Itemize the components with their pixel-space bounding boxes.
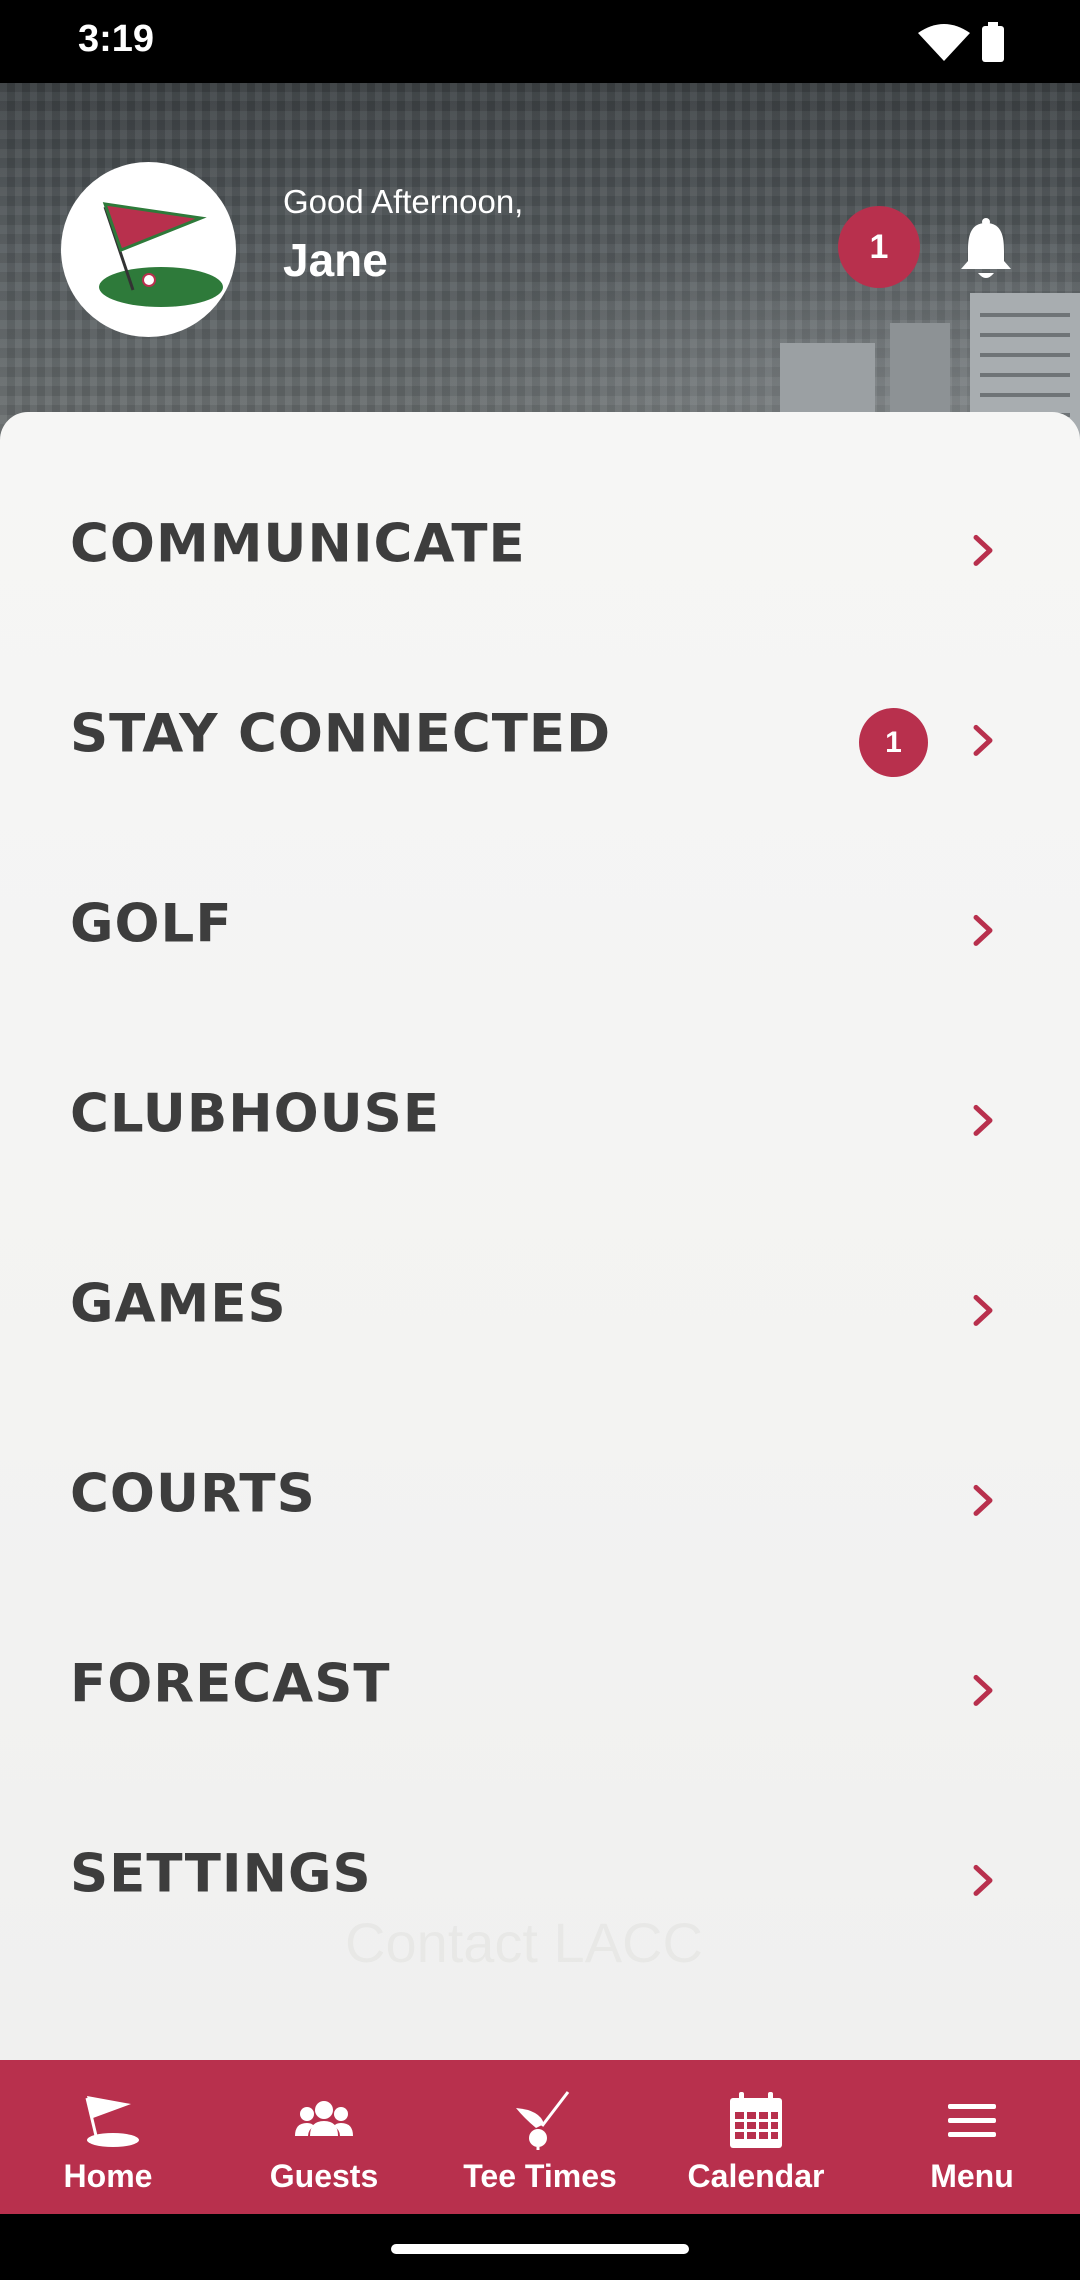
tab-label: Calendar [687, 2158, 825, 2194]
notification-count-badge[interactable]: 1 [838, 206, 920, 288]
menu-item-label: COURTS [70, 1463, 316, 1525]
menu-item-label: FORECAST [70, 1653, 391, 1715]
club-logo[interactable] [61, 162, 236, 337]
chevron-right-icon [973, 1294, 993, 1326]
menu-item-label: COMMUNICATE [70, 513, 526, 575]
menu-item-label: CLUBHOUSE [70, 1083, 441, 1145]
chevron-right-icon [973, 534, 993, 566]
bottom-tab-bar: Home Guests Tee Times Calendar Menu [0, 2060, 1080, 2214]
tab-label: Menu [930, 2158, 1014, 2194]
tab-home[interactable]: Home [22, 2060, 194, 2214]
menu-item-clubhouse[interactable]: CLUBHOUSE [0, 1022, 1080, 1212]
menu-item-golf[interactable]: GOLF [0, 832, 1080, 1022]
chevron-right-icon [973, 914, 993, 946]
user-name: Jane [283, 234, 388, 286]
menu-item-label: SETTINGS [70, 1843, 372, 1905]
menu-item-communicate[interactable]: COMMUNICATE [0, 452, 1080, 642]
tab-calendar[interactable]: Calendar [670, 2060, 842, 2214]
wifi-icon [918, 24, 970, 61]
menu-item-stay-connected[interactable]: STAY CONNECTED 1 [0, 642, 1080, 832]
hamburger-icon [948, 2104, 996, 2137]
chevron-right-icon [973, 1674, 993, 1706]
golf-club-icon [516, 2091, 570, 2150]
chevron-right-icon [973, 1864, 993, 1896]
tab-menu[interactable]: Menu [886, 2060, 1058, 2214]
greeting-text: Good Afternoon, [283, 183, 524, 220]
people-icon [295, 2101, 353, 2136]
flag-icon [85, 2096, 139, 2147]
system-nav-bar [0, 2214, 1080, 2280]
menu-item-label: GOLF [70, 893, 233, 955]
stay-connected-badge: 1 [859, 708, 928, 778]
battery-icon [982, 22, 1004, 62]
header: Good Afternoon, Jane 1 [0, 83, 1080, 443]
tab-tee-times[interactable]: Tee Times [454, 2060, 626, 2214]
chevron-right-icon [973, 1484, 993, 1516]
menu-item-label: STAY CONNECTED [70, 703, 612, 765]
tab-label: Guests [269, 2158, 379, 2194]
menu-item-settings[interactable]: SETTINGS [0, 1782, 1080, 1972]
home-indicator[interactable] [391, 2244, 689, 2254]
status-time: 3:19 [78, 18, 155, 60]
tab-guests[interactable]: Guests [238, 2060, 410, 2214]
chevron-right-icon [973, 1104, 993, 1136]
calendar-icon [730, 2092, 782, 2148]
status-bar: 3:19 [0, 0, 1080, 83]
flag-logo-icon [99, 202, 223, 307]
chevron-right-icon [973, 724, 993, 756]
menu-item-courts[interactable]: COURTS [0, 1402, 1080, 1592]
menu-item-games[interactable]: GAMES [0, 1212, 1080, 1402]
menu-item-label: GAMES [70, 1273, 287, 1335]
tab-label: Home [63, 2158, 153, 2194]
bell-icon[interactable] [958, 217, 1014, 283]
menu-item-forecast[interactable]: FORECAST [0, 1592, 1080, 1782]
tab-label: Tee Times [463, 2158, 617, 2194]
